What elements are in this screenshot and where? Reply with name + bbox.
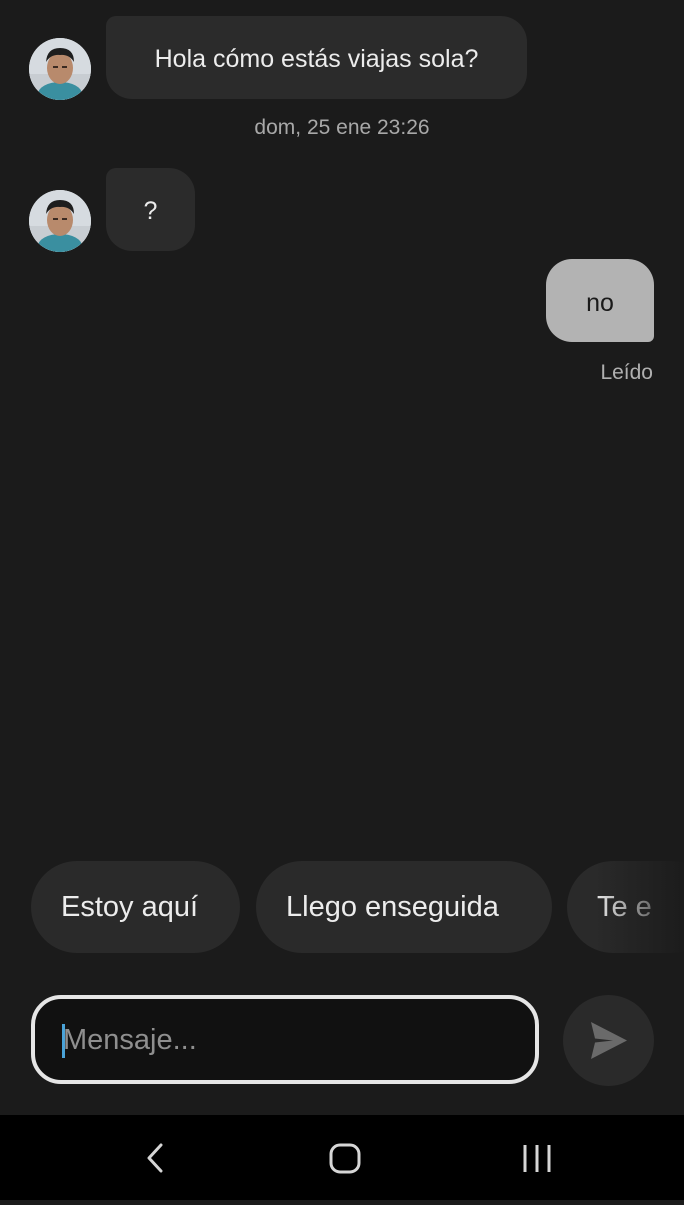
system-navigation-bar: [0, 1115, 684, 1200]
quick-reply-chip[interactable]: Estoy aquí: [31, 861, 240, 953]
nav-recents-button[interactable]: [487, 1115, 587, 1200]
send-arrow-icon: [591, 1022, 627, 1059]
contact-avatar[interactable]: [29, 38, 91, 100]
contact-avatar[interactable]: [29, 190, 91, 252]
incoming-message-bubble[interactable]: Hola cómo estás viajas sola?: [106, 16, 527, 99]
message-composer[interactable]: [31, 995, 539, 1084]
quick-reply-chip[interactable]: Te e: [567, 861, 684, 953]
incoming-message-bubble[interactable]: ?: [106, 168, 195, 251]
message-input[interactable]: [61, 999, 505, 1082]
three-bars-icon: [523, 1145, 551, 1172]
send-button[interactable]: [563, 995, 654, 1086]
quick-reply-chip[interactable]: Llego enseguida: [256, 861, 552, 953]
avatar-photo: [29, 38, 91, 100]
message-timestamp: dom, 25 ene 23:26: [254, 116, 430, 139]
message-text: no: [586, 289, 614, 317]
rounded-square-icon: [329, 1143, 361, 1174]
message-text: Hola cómo estás viajas sola?: [154, 45, 479, 73]
outgoing-message-bubble[interactable]: no: [546, 259, 654, 342]
nav-back-button[interactable]: [104, 1115, 204, 1200]
read-receipt: Leído: [600, 361, 653, 384]
avatar-photo: [29, 190, 91, 252]
quick-replies: Estoy aquí Llego enseguida Te e: [0, 861, 684, 953]
chevron-left-icon: [147, 1143, 163, 1173]
message-text: ?: [143, 197, 158, 225]
nav-home-button[interactable]: [294, 1115, 394, 1200]
